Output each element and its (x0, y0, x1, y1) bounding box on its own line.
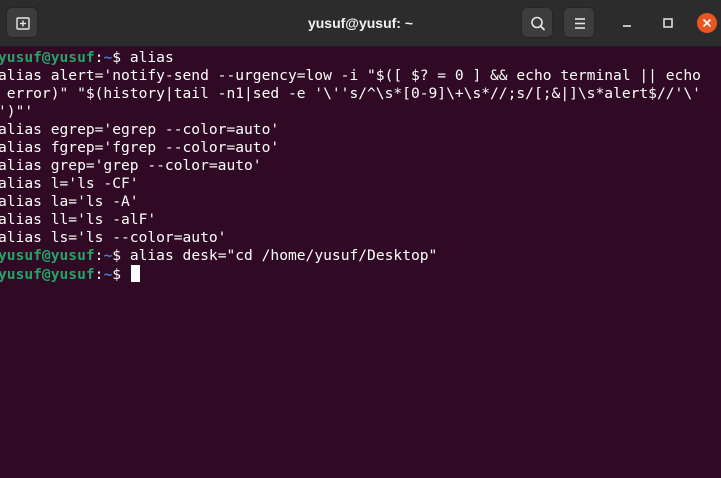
prompt-line: yusuf@yusuf:~$ alias (0, 49, 174, 67)
close-icon (702, 18, 712, 28)
prompt-path: ~ (103, 49, 113, 66)
command-text: alias (129, 49, 174, 66)
minimize-button[interactable] (617, 13, 637, 33)
output-line: alias l='ls -CF' (0, 175, 139, 192)
hamburger-menu-icon (575, 18, 585, 29)
menu-button[interactable] (563, 7, 595, 38)
new-tab-icon (16, 17, 30, 30)
terminal-output-area[interactable]: yusuf@yusuf:~$ alias alias alert='notify… (0, 47, 721, 478)
output-line: alias la='ls -A' (0, 193, 139, 210)
prompt-path: ~ (103, 247, 113, 264)
output-line: alias ll='ls -alF' (0, 211, 157, 228)
prompt-symbol: $ (112, 247, 130, 264)
prompt-user: yusuf@yusuf (0, 266, 95, 283)
new-tab-button[interactable] (6, 7, 38, 38)
terminal-window: yusuf@yusuf: ~ yusuf@yusuf:~$ alias alia… (0, 0, 721, 478)
output-line: alias egrep='egrep --color=auto' (0, 121, 280, 138)
output-line: alias grep='grep --color=auto' (0, 157, 262, 174)
title-bar[interactable]: yusuf@yusuf: ~ (0, 0, 721, 47)
maximize-icon (663, 18, 673, 28)
prompt-user: yusuf@yusuf (0, 247, 95, 264)
output-line: alias alert='notify-send --urgency=low -… (0, 67, 701, 84)
prompt-user: yusuf@yusuf (0, 49, 95, 66)
close-button[interactable] (697, 13, 717, 33)
search-button[interactable] (521, 7, 553, 38)
search-icon (531, 16, 545, 31)
minimize-icon (623, 25, 631, 27)
output-line: alias ls='ls --color=auto' (0, 229, 227, 246)
prompt-symbol: $ (112, 49, 130, 66)
prompt-line: yusuf@yusuf:~$ (0, 265, 140, 283)
prompt-symbol: $ (112, 266, 130, 283)
output-line: error)" "$(history|tail -n1|sed -e '\''s… (0, 85, 701, 102)
prompt-line: yusuf@yusuf:~$ alias desk="cd /home/yusu… (0, 247, 437, 265)
output-line: alias fgrep='fgrep --color=auto' (0, 139, 280, 156)
text-cursor (130, 265, 140, 282)
output-line: ')"' (0, 103, 34, 120)
window-title: yusuf@yusuf: ~ (307, 15, 414, 31)
prompt-path: ~ (103, 266, 113, 283)
command-text: alias desk="cd /home/yusuf/Desktop" (129, 247, 438, 264)
maximize-button[interactable] (658, 13, 678, 33)
